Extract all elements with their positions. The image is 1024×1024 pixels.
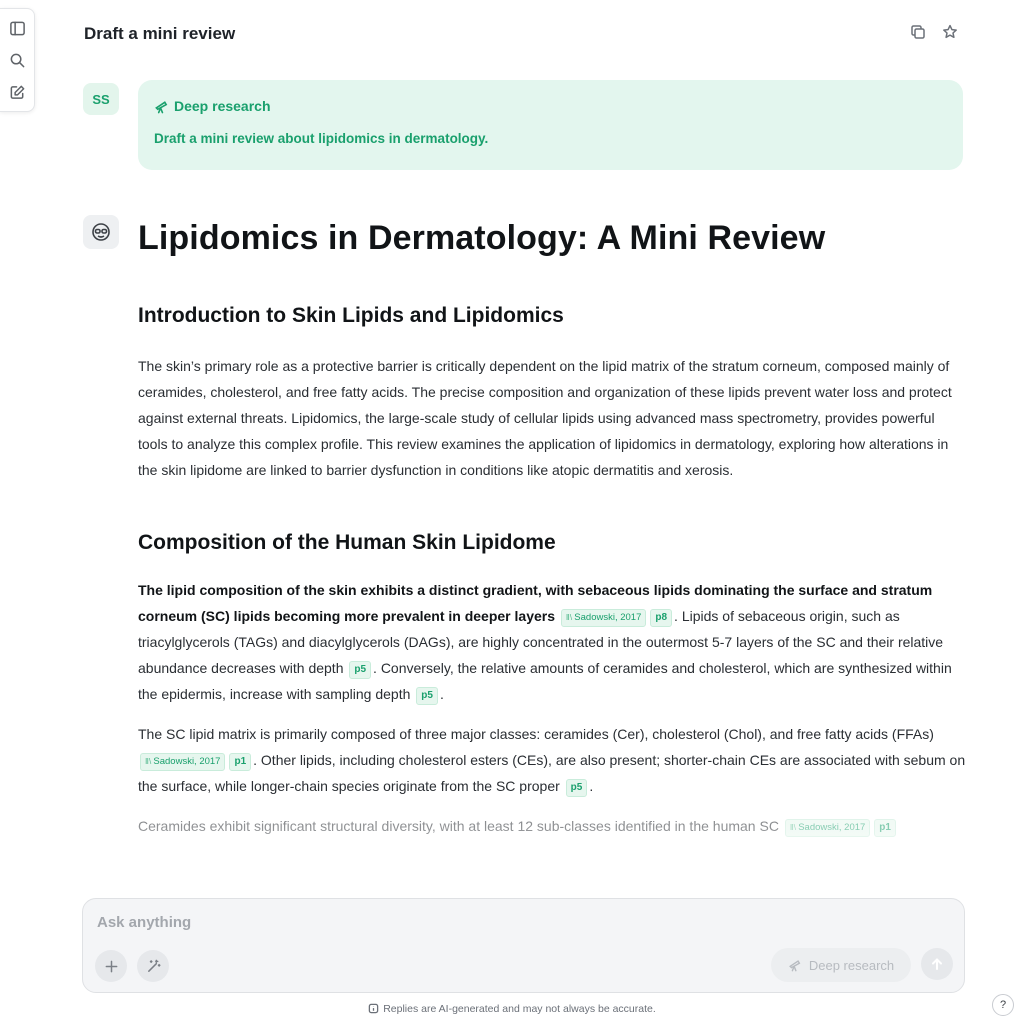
star-icon[interactable] [940, 22, 960, 42]
deep-research-button-label: Deep research [808, 957, 895, 973]
citation-page[interactable]: p5 [565, 779, 588, 797]
answer-title: Lipidomics in Dermatology: A Mini Review [138, 219, 826, 257]
user-message-text: Draft a mini review about lipidomics in … [154, 131, 489, 146]
help-button[interactable]: ? [992, 994, 1014, 1016]
assistant-answer: Lipidomics in Dermatology: A Mini Review… [138, 212, 968, 902]
info-icon [368, 1003, 379, 1014]
section-paragraph: The lipid composition of the skin exhibi… [138, 577, 968, 707]
citation-page[interactable]: p8 [650, 609, 673, 627]
section-paragraph: The SC lipid matrix is primarily compose… [138, 721, 968, 799]
search-icon[interactable] [6, 49, 28, 71]
telescope-icon [788, 960, 801, 972]
plus-icon [105, 960, 117, 972]
section-paragraph: The skin’s primary role as a protective … [138, 358, 952, 478]
conversation-title: Draft a mini review [84, 24, 236, 43]
magic-prompt-button[interactable] [137, 950, 169, 982]
section-heading: Introduction to Skin Lipids and Lipidomi… [138, 304, 564, 327]
paragraph-text: . Other lipids, including cholesterol es… [138, 752, 966, 794]
paragraph-text: . [589, 778, 594, 794]
deep-research-tag: Deep research [154, 98, 947, 114]
send-button[interactable] [921, 948, 953, 980]
ai-disclaimer: Replies are AI-generated and may not alw… [0, 1003, 1024, 1015]
paragraph-text: The SC lipid matrix is primarily compose… [138, 726, 934, 742]
citation-page[interactable]: p1 [229, 753, 252, 771]
paragraph-text: . [439, 686, 444, 702]
citation-page[interactable]: p5 [349, 661, 372, 679]
chat-composer[interactable]: Ask anything Deep research [82, 898, 965, 993]
telescope-icon [155, 100, 168, 113]
sidebar-toggle-icon[interactable] [6, 17, 28, 39]
section-paragraph: Ceramides exhibit significant structural… [138, 813, 968, 839]
side-toolbar [0, 8, 35, 112]
user-message-bubble: Deep research Draft a mini review about … [138, 80, 963, 170]
copy-icon[interactable] [908, 22, 928, 42]
add-attachment-button[interactable] [95, 950, 127, 982]
bot-avatar [83, 215, 119, 249]
composer-input[interactable]: Ask anything [97, 914, 191, 931]
paragraph-text: Ceramides exhibit significant structural… [138, 818, 779, 834]
bot-avatar-icon [92, 223, 110, 241]
disclaimer-text: Replies are AI-generated and may not alw… [383, 1003, 656, 1015]
edit-icon[interactable] [6, 81, 28, 103]
section-heading: Composition of the Human Skin Lipidome [138, 531, 556, 554]
citation-page[interactable]: p5 [416, 687, 438, 705]
citation-source[interactable]: Sadowski, 2017 [784, 819, 871, 837]
citation-source[interactable]: Sadowski, 2017 [140, 753, 226, 771]
user-avatar: SS [83, 83, 119, 115]
citation-page[interactable]: p1 [874, 819, 896, 837]
send-arrow-icon [932, 958, 942, 970]
header-actions [908, 22, 960, 42]
magic-wand-icon [147, 959, 161, 972]
deep-research-label: Deep research [174, 98, 271, 114]
deep-research-button[interactable]: Deep research [771, 948, 911, 982]
citation-source[interactable]: Sadowski, 2017 [560, 609, 647, 627]
